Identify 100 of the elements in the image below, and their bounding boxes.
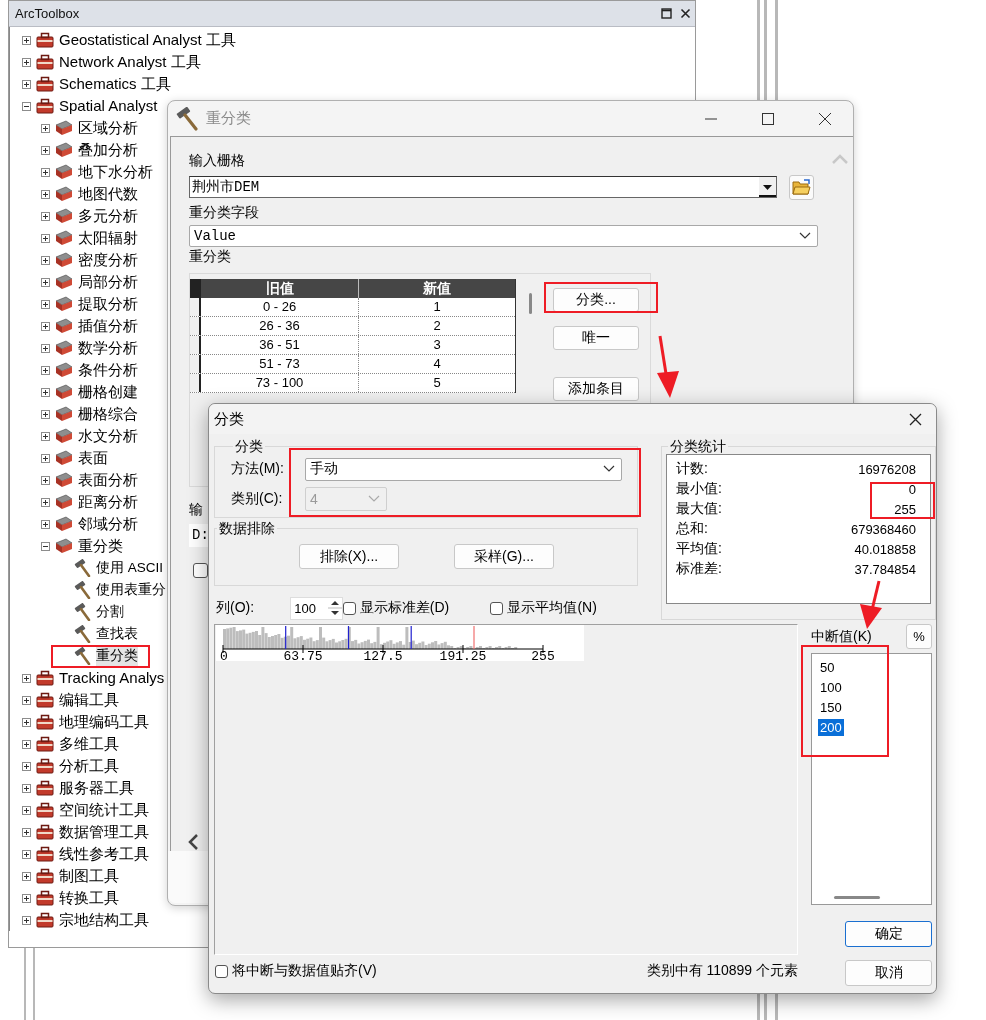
scrollbar-thumb[interactable]	[834, 896, 880, 899]
expand-toggle[interactable]	[22, 739, 31, 749]
expand-toggle[interactable]	[41, 365, 50, 375]
tree-item[interactable]: 区域分析	[77, 118, 139, 138]
expand-toggle[interactable]	[41, 299, 50, 309]
tree-item[interactable]: 宗地结构工具	[58, 910, 150, 930]
expand-toggle[interactable]	[41, 189, 50, 199]
tree-item[interactable]: 太阳辐射	[77, 228, 139, 248]
tree-item[interactable]: 多元分析	[77, 206, 139, 226]
row-header-cell[interactable]	[190, 298, 201, 316]
checkbox[interactable]	[193, 563, 208, 578]
expand-toggle[interactable]	[41, 321, 50, 331]
tree-item[interactable]: 地下水分析	[77, 162, 154, 182]
tree-item[interactable]: 线性参考工具	[58, 844, 150, 864]
tree-item[interactable]: 编辑工具	[58, 690, 120, 710]
break-line[interactable]	[410, 625, 412, 650]
tree-item[interactable]: 叠加分析	[77, 140, 139, 160]
dialog-button[interactable]: 确定	[845, 921, 932, 947]
expand-toggle[interactable]	[41, 497, 50, 507]
method-select[interactable]: 手动	[305, 457, 622, 481]
action-button[interactable]: 分类...	[553, 288, 639, 312]
row-header-cell[interactable]	[190, 355, 201, 373]
expand-toggle[interactable]	[22, 805, 31, 815]
tree-item[interactable]: 分析工具	[58, 756, 120, 776]
tree-item[interactable]: 重分类	[96, 646, 138, 666]
percent-button[interactable]: %	[906, 624, 932, 649]
expand-toggle[interactable]	[41, 431, 50, 441]
tree-item[interactable]: 查找表	[96, 624, 138, 644]
tree-item[interactable]: 数据管理工具	[58, 822, 150, 842]
tree-item[interactable]: 转换工具	[58, 888, 120, 908]
scroll-left-icon[interactable]	[187, 833, 199, 851]
browse-button[interactable]	[789, 174, 814, 200]
tree-item[interactable]: 数学分析	[77, 338, 139, 358]
dropdown-caret-icon[interactable]	[759, 177, 776, 197]
row-header-cell[interactable]	[190, 336, 201, 354]
collapse-toggle[interactable]	[41, 541, 50, 551]
expand-toggle[interactable]	[41, 233, 50, 243]
row-header-cell[interactable]	[190, 317, 201, 335]
collapse-toggle[interactable]	[22, 101, 31, 111]
expand-toggle[interactable]	[41, 475, 50, 485]
expand-toggle[interactable]	[41, 167, 50, 177]
tree-item[interactable]: 表面	[77, 448, 109, 468]
expand-toggle[interactable]	[22, 79, 31, 89]
list-item[interactable]: 200	[818, 718, 844, 736]
action-button[interactable]: 添加条目	[553, 377, 639, 401]
tree-item[interactable]: 表面分析	[77, 470, 139, 490]
tree-item[interactable]: 地理编码工具	[58, 712, 150, 732]
expand-toggle[interactable]	[22, 717, 31, 727]
expand-toggle[interactable]	[41, 343, 50, 353]
checkbox[interactable]	[215, 964, 228, 978]
tree-item[interactable]: 使用表重分	[96, 580, 166, 600]
expand-toggle[interactable]	[41, 145, 50, 155]
tree-item[interactable]: Schematics 工具	[58, 74, 172, 94]
chevron-icon[interactable]	[603, 465, 615, 473]
tree-item[interactable]: 栅格创建	[77, 382, 139, 402]
tree-item[interactable]: 制图工具	[58, 866, 120, 886]
row-header-cell[interactable]	[190, 374, 201, 392]
tree-item[interactable]: 地图代数	[77, 184, 139, 204]
tree-item[interactable]: Network Analyst 工具	[58, 52, 202, 72]
tree-item[interactable]: 密度分析	[77, 250, 139, 270]
dialog-button[interactable]: 取消	[845, 960, 932, 986]
tree-item[interactable]: 局部分析	[77, 272, 139, 292]
field-select[interactable]: Value	[189, 225, 818, 247]
expand-toggle[interactable]	[41, 387, 50, 397]
close-icon[interactable]	[819, 112, 831, 125]
expand-toggle[interactable]	[22, 893, 31, 903]
expand-toggle[interactable]	[41, 409, 50, 419]
expand-toggle[interactable]	[22, 871, 31, 881]
tree-item[interactable]: 服务器工具	[58, 778, 135, 798]
action-button[interactable]: 唯一	[553, 326, 639, 350]
list-item[interactable]: 150	[818, 698, 844, 716]
tree-item[interactable]: 栅格综合	[77, 404, 139, 424]
close-icon[interactable]	[680, 8, 691, 19]
expand-toggle[interactable]	[22, 849, 31, 859]
tree-item[interactable]: 邻域分析	[77, 514, 139, 534]
close-icon[interactable]	[909, 412, 922, 426]
spin-arrows-icon[interactable]	[327, 598, 342, 618]
output-field[interactable]: D:	[189, 524, 211, 547]
expand-toggle[interactable]	[41, 519, 50, 529]
action-button[interactable]: 采样(G)...	[454, 544, 554, 569]
expand-toggle[interactable]	[22, 695, 31, 705]
expand-toggle[interactable]	[22, 35, 31, 45]
list-item[interactable]: 50	[818, 658, 837, 676]
expand-toggle[interactable]	[41, 123, 50, 133]
action-button[interactable]: 排除(X)...	[299, 544, 399, 569]
maximize-icon[interactable]	[762, 112, 774, 125]
tree-item[interactable]: 空间统计工具	[58, 800, 150, 820]
scrollbar-thumb[interactable]	[529, 293, 532, 314]
tree-item[interactable]: 条件分析	[77, 360, 139, 380]
checkbox[interactable]	[490, 601, 504, 615]
tree-item[interactable]: 重分类	[77, 536, 124, 556]
tree-item[interactable]: 分割	[96, 602, 124, 622]
number-spinner[interactable]: 100	[290, 596, 343, 620]
tree-item[interactable]: 插值分析	[77, 316, 139, 336]
tree-item[interactable]: Geostatistical Analyst 工具	[58, 30, 237, 50]
expand-toggle[interactable]	[41, 255, 50, 265]
expand-toggle[interactable]	[41, 211, 50, 221]
expand-toggle[interactable]	[41, 453, 50, 463]
tree-item[interactable]: 距离分析	[77, 492, 139, 512]
tree-item[interactable]: 水文分析	[77, 426, 139, 446]
